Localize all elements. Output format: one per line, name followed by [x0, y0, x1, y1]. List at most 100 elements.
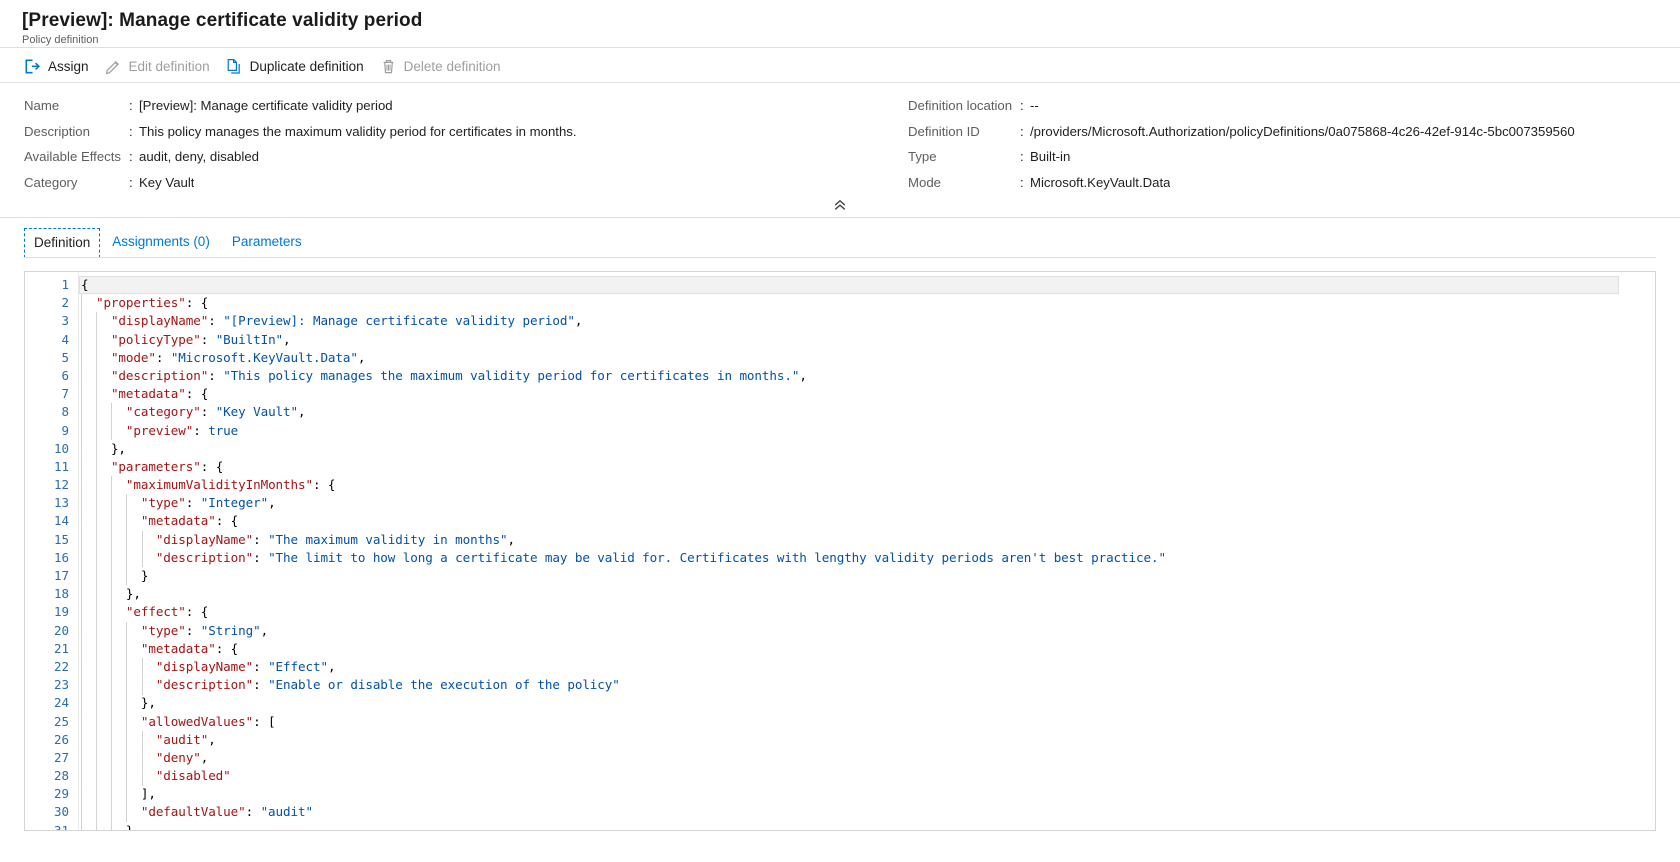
code-line[interactable]: },	[79, 440, 1655, 458]
code-token-key: "type"	[140, 622, 186, 638]
tab-underline	[24, 257, 1656, 258]
code-token-punct: : {	[185, 604, 209, 620]
code-line[interactable]: "mode": "Microsoft.KeyVault.Data",	[79, 349, 1655, 367]
code-line[interactable]: "preview": true	[79, 422, 1655, 440]
tab-assignments[interactable]: Assignments (0)	[102, 227, 220, 258]
double-chevron-up-icon[interactable]	[828, 197, 852, 213]
code-token-punct: :	[185, 495, 201, 511]
editor-line-number: 21	[53, 640, 69, 656]
code-token-key: "metadata"	[140, 640, 216, 656]
code-token-key: "preview"	[125, 422, 194, 438]
property-value: [Preview]: Manage certificate validity p…	[139, 98, 393, 113]
tab-definition[interactable]: Definition	[24, 228, 101, 259]
code-line[interactable]: "audit",	[79, 731, 1655, 749]
tab-assignments-label: Assignments (0)	[112, 234, 210, 249]
code-token-punct: ,	[507, 531, 516, 547]
pencil-icon	[105, 58, 122, 75]
code-token-key: "description"	[110, 367, 209, 383]
tab-list: Definition Assignments (0) Parameters	[0, 218, 1680, 259]
editor-line-number: 19	[53, 604, 69, 620]
essentials-collapse-row	[0, 197, 1680, 213]
page-header: [Preview]: Manage certificate validity p…	[0, 0, 1680, 48]
code-line[interactable]: "parameters": {	[79, 458, 1655, 476]
code-line[interactable]: ],	[79, 785, 1655, 803]
code-line[interactable]: "properties": {	[79, 294, 1655, 312]
code-line[interactable]: "description": "The limit to how long a …	[79, 549, 1655, 567]
property-label: Category	[24, 174, 78, 190]
editor-line-number: 18	[53, 586, 69, 602]
code-line[interactable]: "policyType": "BuiltIn",	[79, 331, 1655, 349]
code-token-key: "category"	[125, 404, 201, 420]
code-line[interactable]: "deny",	[79, 749, 1655, 767]
property-colon: :	[1020, 123, 1024, 139]
code-line[interactable]: "defaultValue": "audit"	[79, 803, 1655, 821]
code-line[interactable]: "effect": {	[79, 603, 1655, 621]
editor-line-number: 8	[61, 404, 69, 420]
code-token-str: "Integer"	[200, 495, 269, 511]
code-line[interactable]: "disabled"	[79, 767, 1655, 785]
code-line[interactable]: "type": "String",	[79, 622, 1655, 640]
code-line[interactable]: "maximumValidityInMonths": {	[79, 476, 1655, 494]
code-token-punct: :	[253, 531, 269, 547]
delete-definition-button[interactable]: Delete definition	[374, 52, 511, 82]
code-line[interactable]: "metadata": {	[79, 385, 1655, 403]
code-token-punct: :	[185, 622, 201, 638]
tab-parameters-label: Parameters	[231, 234, 302, 249]
code-token-key: "description"	[155, 549, 254, 565]
code-token-punct: },	[110, 440, 126, 456]
code-line[interactable]: "metadata": {	[79, 512, 1655, 530]
code-line[interactable]: "description": "This policy manages the …	[79, 367, 1655, 385]
editor-line-number: 29	[53, 786, 69, 802]
code-line[interactable]: "displayName": "Effect",	[79, 658, 1655, 676]
code-line[interactable]: "displayName": "The maximum validity in …	[79, 531, 1655, 549]
code-line[interactable]: "type": "Integer",	[79, 494, 1655, 512]
code-line[interactable]: {	[79, 276, 1619, 295]
editor-line-number: 13	[53, 495, 69, 511]
property-value: Microsoft.KeyVault.Data	[1030, 174, 1171, 190]
code-token-punct: ,	[298, 404, 306, 420]
code-token-key: "metadata"	[140, 513, 216, 529]
code-line[interactable]: },	[79, 694, 1655, 712]
code-token-key: "properties"	[95, 295, 186, 311]
code-line[interactable]: },	[79, 585, 1655, 603]
assign-button-label: Assign	[48, 59, 89, 74]
code-token-punct: ,	[283, 331, 291, 347]
delete-definition-button-label: Delete definition	[403, 59, 501, 74]
code-token-key: "metadata"	[110, 386, 186, 402]
code-token-key: "displayName"	[110, 313, 209, 329]
code-token-punct: :	[253, 658, 269, 674]
policy-json-editor[interactable]: 1 2 3 4 5 6 7 8 9 10 11 12 13 14 15 16 17 18 19 20 21 22 23 24 2…	[24, 271, 1656, 831]
assign-icon	[24, 58, 41, 75]
code-token-str: "String"	[200, 622, 261, 638]
code-line[interactable]: "category": "Key Vault",	[79, 403, 1655, 421]
assign-button[interactable]: Assign	[18, 52, 99, 82]
duplicate-definition-button[interactable]: Duplicate definition	[220, 52, 374, 82]
code-line[interactable]: "displayName": "[Preview]: Manage certif…	[79, 312, 1655, 330]
editor-line-number: 23	[53, 677, 69, 693]
editor-code-area[interactable]: { "properties": { "displayName": "[Previ…	[78, 272, 1655, 830]
code-token-key: "allowedValues"	[140, 713, 254, 729]
editor-line-number: 6	[61, 367, 69, 383]
editor-line-number: 15	[53, 531, 69, 547]
code-token-str: "Enable or disable the execution of the …	[268, 677, 620, 693]
editor-line-number: 7	[61, 386, 69, 402]
property-row-type: Type : Built-in	[908, 144, 1680, 170]
editor-code-lines[interactable]: { "properties": { "displayName": "[Previ…	[79, 276, 1655, 830]
code-token-punct: ,	[268, 495, 276, 511]
code-token-str: "Effect"	[268, 658, 328, 674]
edit-definition-button[interactable]: Edit definition	[99, 52, 220, 82]
code-line[interactable]: }	[79, 567, 1655, 585]
editor-line-number: 4	[61, 331, 69, 347]
editor-line-number: 22	[53, 658, 69, 674]
editor-line-number: 9	[61, 422, 69, 438]
code-token-punct: :	[200, 404, 216, 420]
code-token-key: "effect"	[125, 604, 186, 620]
code-line[interactable]: "metadata": {	[79, 640, 1655, 658]
code-line[interactable]: "description": "Enable or disable the ex…	[79, 676, 1655, 694]
code-line[interactable]: "allowedValues": [	[79, 713, 1655, 731]
code-token-key: "type"	[140, 495, 186, 511]
command-bar: Assign Edit definition Duplicate definit…	[0, 51, 1680, 83]
tab-parameters[interactable]: Parameters	[222, 227, 312, 258]
code-line[interactable]: }	[79, 822, 1655, 830]
editor-line-number: 2	[61, 295, 69, 311]
